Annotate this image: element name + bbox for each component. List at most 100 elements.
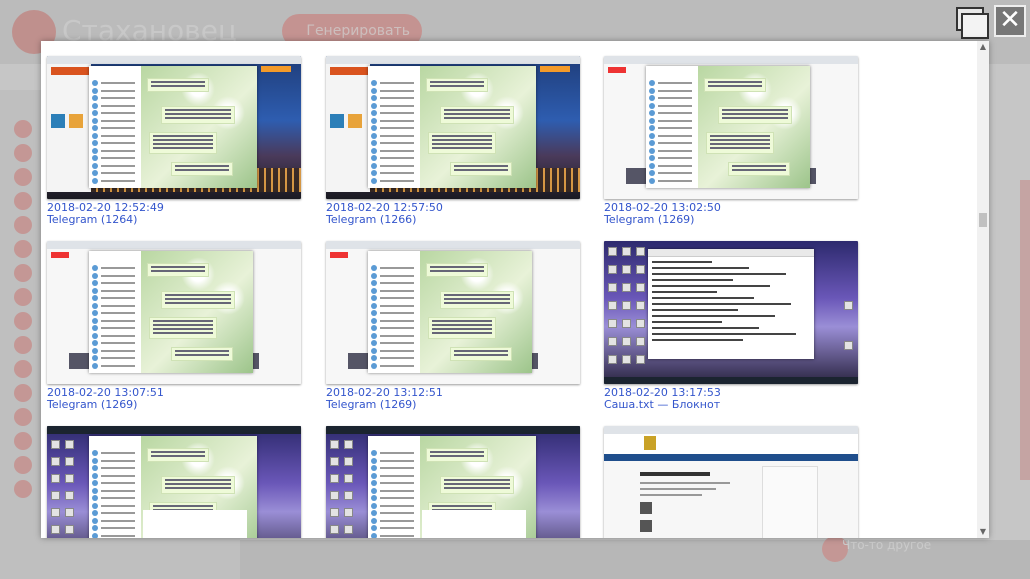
chat-preview-line (380, 519, 414, 522)
message-text-line (432, 505, 492, 507)
scroll-up-button[interactable]: ▲ (977, 41, 989, 53)
chat-preview-line (658, 179, 692, 182)
chat-avatar (371, 457, 377, 464)
chat-list-item (371, 487, 417, 494)
chat-preview-line (380, 282, 414, 284)
close-button[interactable]: ✕ (994, 5, 1026, 37)
chat-list-item (371, 280, 417, 286)
chat-list-item (371, 147, 417, 154)
chat-avatar (92, 347, 98, 354)
message-bubble (161, 291, 235, 309)
chat-preview-line (101, 364, 135, 367)
chat-avatar (371, 355, 377, 361)
message-text-line (432, 324, 492, 326)
screenshot-window-title[interactable]: Telegram (1266) (326, 214, 580, 226)
screenshot-card[interactable]: 2018-02-20 12:57:50 Telegram (1266) (326, 56, 580, 226)
chat-avatar (92, 302, 98, 309)
site-emblem (644, 436, 656, 450)
chat-preview-line (380, 127, 414, 129)
desktop-icon (622, 301, 631, 310)
scrollbar[interactable] (977, 41, 989, 538)
chat-list-item (92, 487, 138, 494)
chat-preview-line (380, 289, 414, 292)
desktop-icon (65, 474, 74, 483)
chat-avatar (92, 532, 98, 538)
chat-preview-line (101, 527, 135, 529)
chat-avatar (371, 272, 377, 279)
chat-preview-line (380, 467, 414, 469)
chat-preview-line (380, 89, 414, 92)
chat-list-item (92, 80, 138, 86)
chat-list-item (92, 347, 138, 354)
screenshot-card[interactable]: 2018-02-20 13:12:51 Telegram (1269) (326, 241, 580, 411)
screenshot-card[interactable] (47, 426, 301, 538)
desktop-icon (636, 247, 645, 256)
message-text-line (165, 113, 231, 115)
screenshot-card[interactable]: 2018-02-20 13:02:50 Telegram (1269) (604, 56, 858, 226)
desktop-icon (65, 508, 74, 517)
scrollbar-thumb[interactable] (979, 213, 987, 227)
chat-avatar (92, 332, 98, 339)
chat-avatar (371, 465, 377, 471)
notepad-text-line (652, 309, 738, 311)
message-text-line (151, 81, 205, 83)
screenshot-card[interactable] (604, 426, 858, 538)
chat-list-item (92, 317, 138, 324)
screenshot-card[interactable] (326, 426, 580, 538)
message-text-line (153, 143, 213, 145)
notepad-text-line (652, 261, 712, 263)
screenshot-window-title[interactable]: Telegram (1269) (326, 399, 580, 411)
chat-avatar (92, 117, 98, 124)
chat-preview-line (380, 149, 414, 152)
screenshot-window-title[interactable]: Telegram (1264) (47, 214, 301, 226)
screenshot-window-title[interactable]: Telegram (1269) (47, 399, 301, 411)
screenshot-thumbnail[interactable] (604, 56, 858, 199)
screenshot-thumbnail[interactable] (326, 426, 580, 538)
chat-area (698, 66, 810, 188)
screenshot-window-title[interactable]: Саша.txt — Блокнот (604, 399, 858, 411)
screenshot-card[interactable]: 2018-02-20 12:52:49 Telegram (1264) (47, 56, 301, 226)
screenshot-thumbnail[interactable] (47, 241, 301, 384)
screenshot-thumbnail[interactable] (326, 56, 580, 199)
desktop-icon (65, 457, 74, 466)
desktop-icon (608, 265, 617, 274)
chat-preview-line (101, 312, 135, 314)
message-text-line (722, 113, 788, 115)
desktop-icon (51, 457, 60, 466)
taskbar (604, 377, 858, 384)
screenshot-window-title[interactable]: Telegram (1269) (604, 214, 858, 226)
screenshot-card[interactable]: 2018-02-20 13:07:51 Telegram (1269) (47, 241, 301, 411)
screenshot-thumbnail[interactable] (326, 241, 580, 384)
screenshot-thumbnail[interactable] (604, 241, 858, 384)
chat-list-item (92, 117, 138, 124)
chat-preview-line (101, 119, 135, 122)
screenshot-card[interactable]: 2018-02-20 13:17:53 Саша.txt — Блокнот (604, 241, 858, 411)
chat-list-item (371, 295, 417, 301)
chat-list-item (371, 332, 417, 339)
notepad-text-line (652, 321, 722, 323)
restore-button[interactable] (954, 5, 989, 39)
chat-preview-line (101, 267, 135, 269)
taskbar (326, 426, 580, 434)
message-text-line (165, 302, 231, 304)
chat-avatar (371, 487, 377, 494)
chat-list-item (649, 125, 695, 131)
screenshot-thumbnail[interactable] (47, 426, 301, 538)
chat-list-item (371, 525, 417, 531)
scroll-down-button[interactable]: ▼ (977, 526, 989, 538)
message-text-line (454, 169, 508, 171)
chat-preview-line (380, 452, 414, 454)
chat-list-item (92, 502, 138, 509)
chat-list-item (371, 340, 417, 346)
chat-list (368, 66, 421, 188)
screenshot-thumbnail[interactable] (47, 56, 301, 199)
screenshot-thumbnail[interactable] (604, 426, 858, 538)
desktop-icon (636, 355, 645, 364)
message-bubble (440, 476, 514, 494)
chat-preview-line (380, 512, 414, 514)
telegram-window (368, 251, 532, 373)
news-site-logo (51, 67, 89, 75)
currency-tile (69, 114, 83, 128)
chat-preview-line (380, 304, 414, 307)
telegram-window (89, 66, 257, 188)
